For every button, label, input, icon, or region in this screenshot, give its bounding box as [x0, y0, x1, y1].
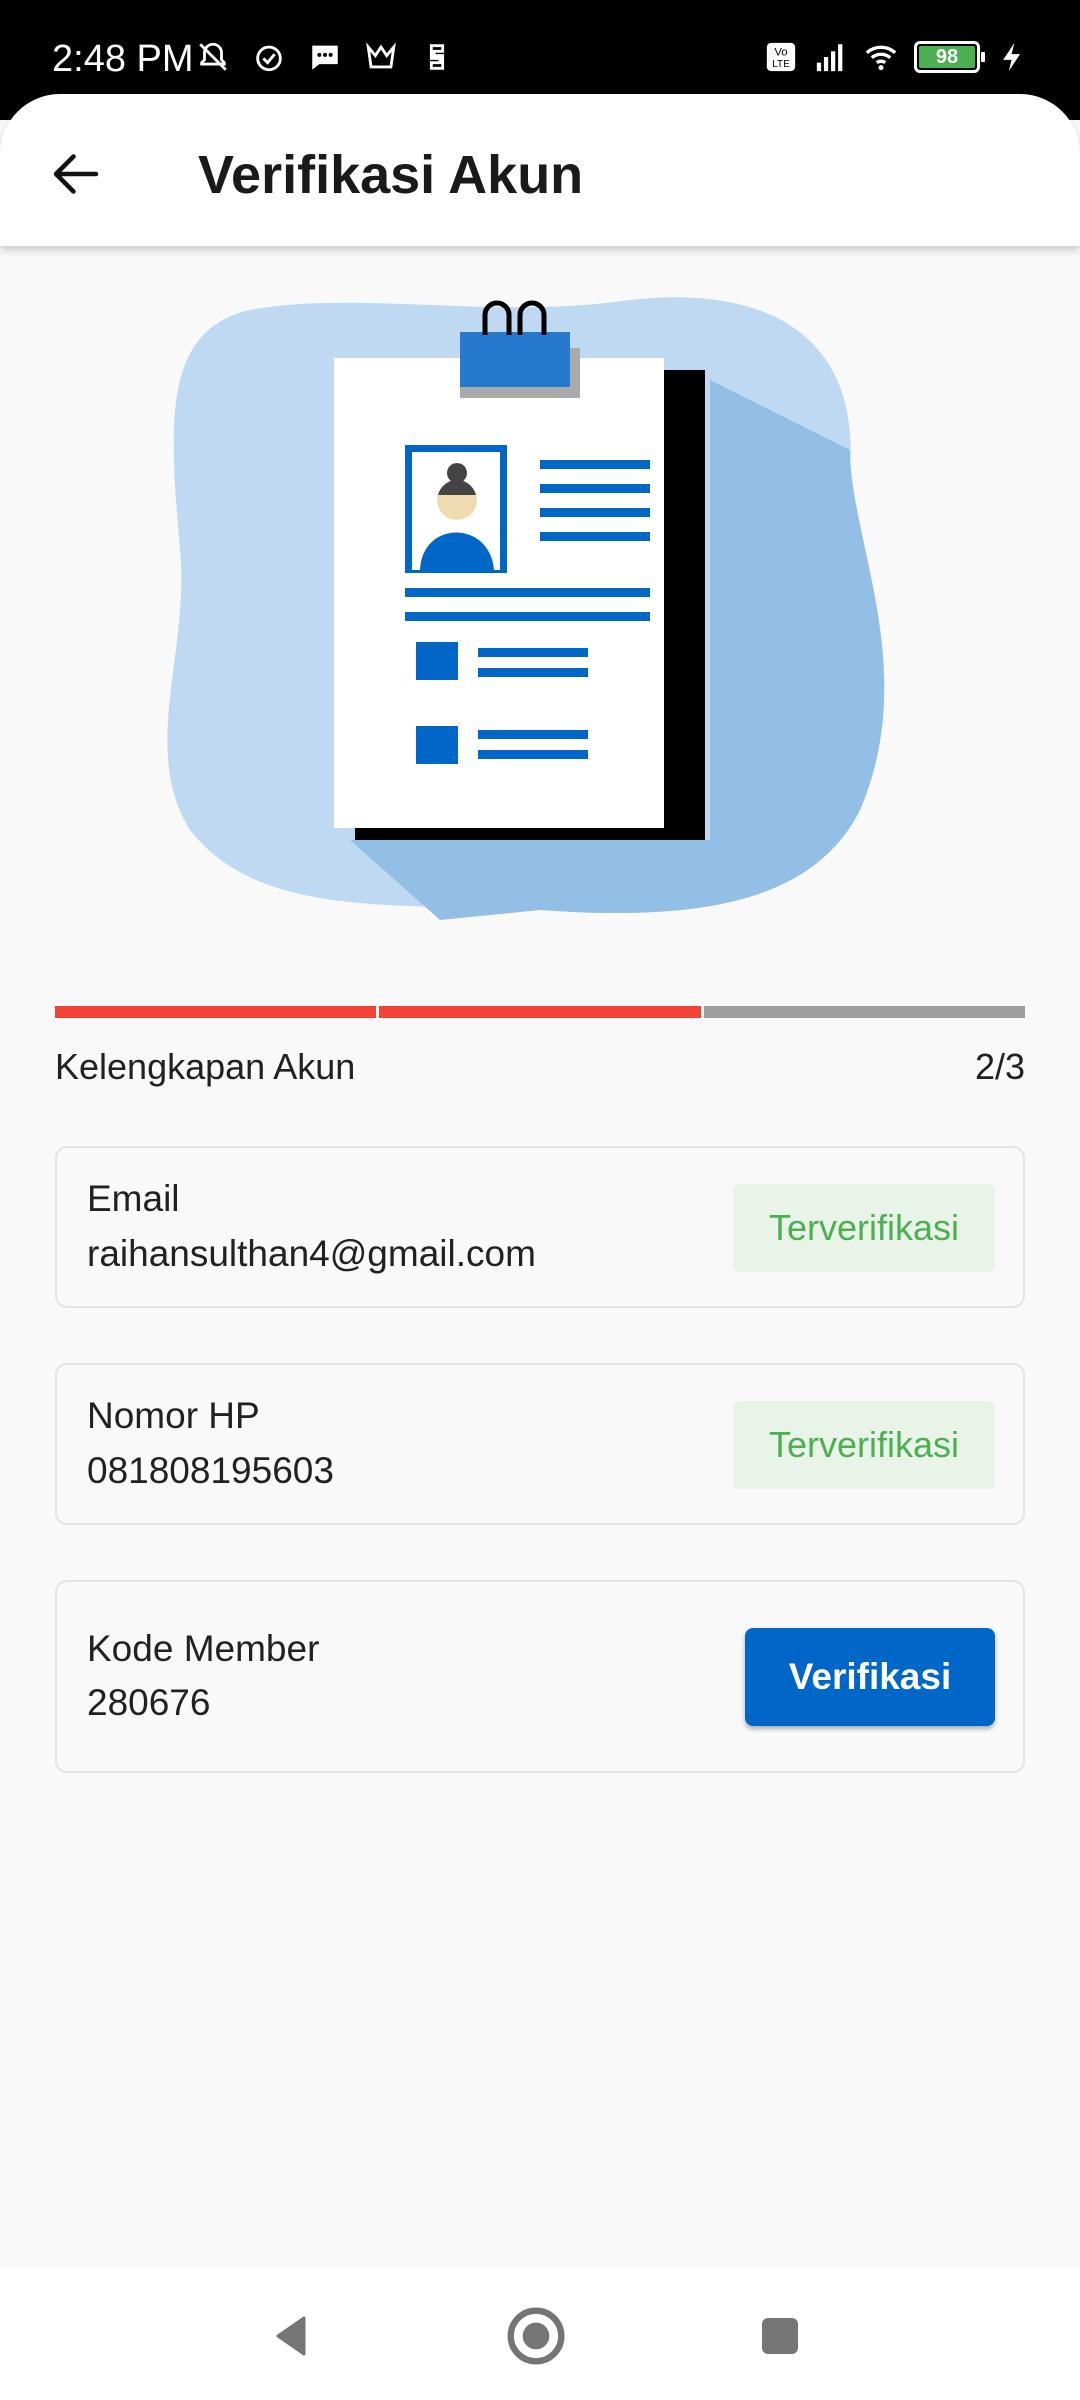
message-icon — [312, 45, 338, 70]
member-code-value: 280676 — [87, 1682, 211, 1723]
arrow-left-icon — [53, 154, 99, 194]
email-verified-badge: Terverifikasi — [733, 1184, 995, 1272]
app-icon-2 — [429, 44, 445, 70]
phone-verified-badge: Terverifikasi — [733, 1401, 995, 1489]
member-code-card: Kode Member 280676 Verifikasi — [55, 1580, 1025, 1773]
progress-count: 2/3 — [974, 1046, 1025, 1087]
svg-text:LTE: LTE — [772, 59, 790, 70]
phone-card: Nomor HP 081808195603 Terverifikasi — [55, 1363, 1025, 1525]
battery-level: 98 — [935, 45, 959, 68]
svg-text:Vo: Vo — [774, 47, 787, 59]
alarm-icon — [256, 45, 282, 72]
verify-button[interactable]: Verifikasi — [745, 1628, 995, 1726]
app-bar: Verifikasi Akun — [0, 94, 1080, 246]
progress-label: Kelengkapan Akun — [55, 1046, 356, 1087]
progress-segment — [703, 1006, 1025, 1018]
phone-value: 081808195603 — [87, 1450, 334, 1491]
nav-home-button[interactable] — [496, 2296, 576, 2376]
volte-icon: VoLTE — [766, 42, 796, 72]
battery-icon: 98 — [914, 41, 985, 73]
notification-icons — [196, 40, 454, 74]
email-card: Email raihansulthan4@gmail.com Terverifi… — [55, 1146, 1025, 1308]
recents-nav-icon — [762, 2318, 798, 2354]
account-progress-bar — [55, 1006, 1025, 1018]
account-document-illustration — [167, 297, 885, 920]
navigation-bar — [0, 2268, 1080, 2400]
email-label: Email — [87, 1178, 180, 1219]
nav-back-button[interactable] — [252, 2296, 332, 2376]
page-title: Verifikasi Akun — [198, 145, 584, 205]
progress-segment — [379, 1006, 701, 1018]
signal-icon — [816, 44, 843, 72]
system-icons: Vo LTE 98 — [764, 40, 1030, 74]
member-code-label: Kode Member — [87, 1628, 320, 1669]
charging-icon — [1003, 42, 1021, 72]
status-time: 2:48 PM — [52, 38, 194, 80]
wifi-icon — [865, 45, 897, 71]
nav-recents-button[interactable] — [740, 2296, 820, 2376]
mute-icon — [199, 42, 227, 71]
email-value: raihansulthan4@gmail.com — [87, 1233, 536, 1274]
home-nav-icon — [507, 2307, 565, 2365]
app-icon — [366, 42, 396, 69]
back-nav-icon — [276, 2316, 306, 2356]
phone-label: Nomor HP — [87, 1395, 260, 1436]
back-button[interactable] — [38, 136, 114, 212]
progress-segment — [55, 1006, 377, 1018]
